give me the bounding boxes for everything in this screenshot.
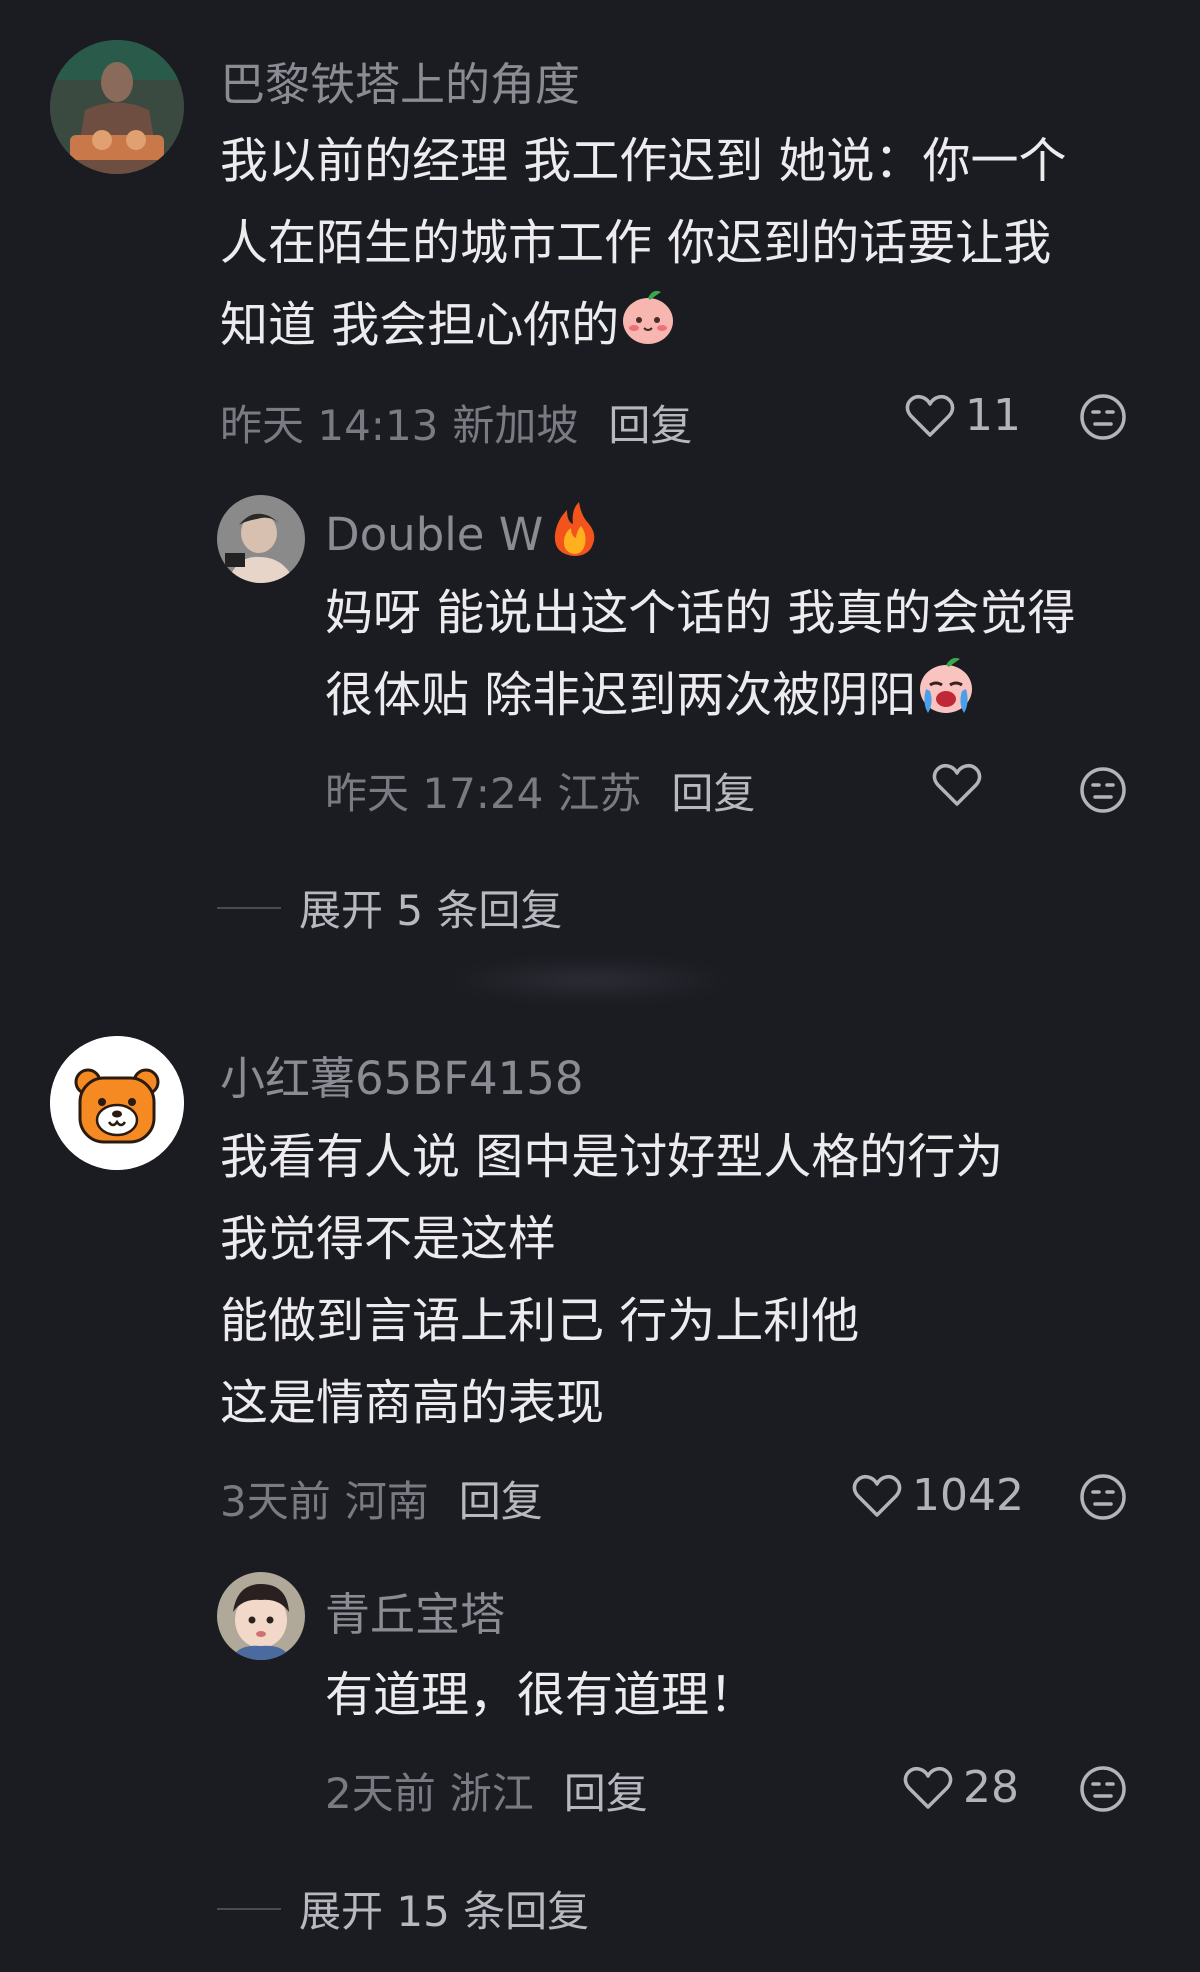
expand-replies-label: 展开 5 条回复 <box>299 886 563 935</box>
reply-button[interactable]: 回复 <box>564 1760 648 1821</box>
blurred-overlay <box>440 960 740 1000</box>
like-button[interactable]: 1042 <box>852 1470 1024 1521</box>
comment-line: 我以前的经理 我工作迟到 她说：你一个 <box>220 133 1067 189</box>
username[interactable]: 小红薯65BF4158 <box>220 1042 584 1107</box>
reply-line: 有道理，很有道理！ <box>325 1667 758 1723</box>
like-button[interactable]: 28 <box>903 1762 1019 1813</box>
meh-face-icon <box>1080 394 1126 440</box>
comment-line: 我觉得不是这样 <box>220 1211 557 1267</box>
comment-meta: 昨天 14:13 新加坡 回复 <box>220 392 692 453</box>
divider-line <box>217 906 281 909</box>
comment-line: 知道 我会担心你的 <box>220 297 620 353</box>
reply-button[interactable]: 回复 <box>459 1468 543 1529</box>
heart-icon <box>932 763 982 806</box>
reply-button[interactable]: 回复 <box>608 392 692 453</box>
expand-replies-button[interactable]: 展开 5 条回复 <box>217 877 562 938</box>
meh-face-icon <box>1080 1766 1126 1812</box>
reply-text: 妈呀 能说出这个话的 我真的会觉得 很体贴 除非迟到两次被阴阳 <box>325 572 1076 742</box>
expand-replies-label: 展开 15 条回复 <box>299 1887 590 1936</box>
expand-replies-button[interactable]: 展开 15 条回复 <box>217 1878 589 1939</box>
reply-line: 妈呀 能说出这个话的 我真的会觉得 <box>325 585 1076 641</box>
fire-emoji-icon <box>549 500 599 569</box>
comment-text: 我看有人说 图中是讨好型人格的行为 我觉得不是这样 能做到言语上利己 行为上利他… <box>220 1116 1003 1444</box>
comment-line: 人在陌生的城市工作 你迟到的话要让我 <box>220 215 1052 271</box>
meh-face-icon <box>1080 767 1126 813</box>
like-button[interactable]: 11 <box>905 390 1021 441</box>
username[interactable]: 巴黎铁塔上的角度 <box>220 48 580 113</box>
reply-time: 2天前 <box>325 1769 436 1818</box>
comment-location: 新加坡 <box>452 401 579 450</box>
reply-avatar[interactable] <box>217 1572 305 1660</box>
dislike-button[interactable] <box>1078 392 1128 442</box>
user-avatar[interactable] <box>50 1036 184 1170</box>
reply-username[interactable]: Double W <box>325 508 543 561</box>
reply-location: 浙江 <box>449 1769 534 1818</box>
comment-line-with-emoji: 知道 我会担心你的 <box>220 284 1067 371</box>
comment-time: 3天前 <box>220 1477 331 1526</box>
reply-location: 江苏 <box>557 769 642 818</box>
blushing-peach-emoji-icon <box>619 286 677 371</box>
crying-laughing-emoji-icon <box>916 655 976 742</box>
heart-icon <box>903 1766 953 1809</box>
user-avatar[interactable] <box>50 40 184 174</box>
bear-icon <box>50 1036 184 1170</box>
reply-text: 有道理，很有道理！ <box>325 1654 757 1736</box>
like-button[interactable] <box>932 762 992 808</box>
heart-icon <box>852 1474 902 1517</box>
dislike-button[interactable] <box>1078 1764 1128 1814</box>
reply-avatar[interactable] <box>217 495 305 583</box>
reply-username[interactable]: 青丘宝塔 <box>325 1578 505 1643</box>
comment-line: 我看有人说 图中是讨好型人格的行为 <box>220 1129 1004 1185</box>
dislike-button[interactable] <box>1078 765 1128 815</box>
meh-face-icon <box>1080 1474 1126 1520</box>
reply-meta: 昨天 17:24 江苏 回复 <box>325 760 755 821</box>
comment-text: 我以前的经理 我工作迟到 她说：你一个 人在陌生的城市工作 你迟到的话要让我 知… <box>220 120 1067 371</box>
heart-icon <box>905 394 955 437</box>
comment-meta: 3天前 河南 回复 <box>220 1468 543 1529</box>
reply-line: 很体贴 除非迟到两次被阴阳 <box>325 667 917 723</box>
reply-username-row: Double W <box>325 500 599 569</box>
reply-meta: 2天前 浙江 回复 <box>325 1760 648 1821</box>
comment-line: 这是情商高的表现 <box>220 1375 605 1431</box>
like-count: 11 <box>965 390 1021 441</box>
like-count: 28 <box>963 1762 1019 1813</box>
comment-line: 能做到言语上利己 行为上利他 <box>220 1293 860 1349</box>
reply-line-with-emoji: 很体贴 除非迟到两次被阴阳 <box>325 654 1076 742</box>
like-count: 1042 <box>912 1470 1024 1521</box>
divider-line <box>217 1907 281 1910</box>
reply-time: 昨天 17:24 <box>325 769 544 818</box>
comment-time: 昨天 14:13 <box>220 401 439 450</box>
comment-location: 河南 <box>344 1477 429 1526</box>
dislike-button[interactable] <box>1078 1472 1128 1522</box>
reply-button[interactable]: 回复 <box>671 760 755 821</box>
